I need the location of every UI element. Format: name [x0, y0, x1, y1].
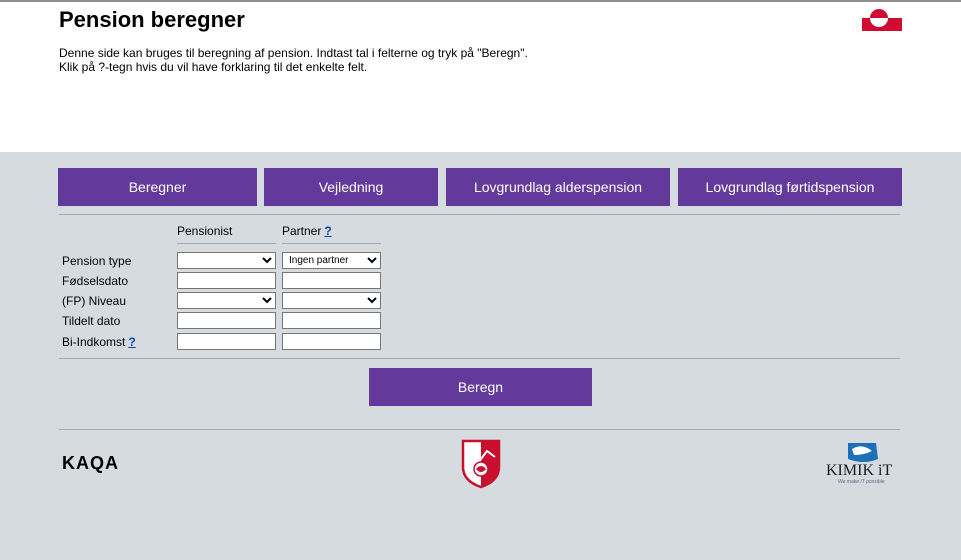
pensionist-granted-date-input[interactable]: [177, 312, 276, 329]
column-header-partner: Partner?: [282, 224, 332, 238]
divider-footer: [59, 429, 900, 430]
divider-top: [59, 214, 900, 215]
label-granted-date: Tildelt dato: [62, 314, 121, 328]
side-income-help-link[interactable]: ?: [128, 335, 135, 349]
label-pension-type: Pension type: [62, 254, 132, 268]
column-header-pensionist: Pensionist: [177, 224, 233, 238]
kimik-text: KIMIK iT: [826, 462, 893, 479]
tab-lovgrundlag-alderspension[interactable]: Lovgrundlag alderspension: [446, 168, 670, 206]
coat-of-arms-icon: [461, 439, 501, 489]
pensionist-side-income-input[interactable]: [177, 333, 276, 350]
partner-pension-type-select[interactable]: Ingen partner: [282, 252, 381, 269]
label-fp-level: (FP) Niveau: [62, 294, 127, 308]
beregn-button[interactable]: Beregn: [369, 368, 592, 406]
tab-beregner[interactable]: Beregner: [58, 168, 257, 206]
kimik-tagline: We make IT possible: [838, 479, 885, 485]
partner-fp-level-select[interactable]: [282, 292, 381, 309]
partner-birthdate-input[interactable]: [282, 272, 381, 289]
partner-granted-date-input[interactable]: [282, 312, 381, 329]
column-underline-pensionist: [177, 243, 276, 244]
intro-line-1: Denne side kan bruges til beregning af p…: [59, 46, 528, 60]
greenland-flag-icon[interactable]: [862, 5, 902, 31]
partner-help-link[interactable]: ?: [324, 224, 331, 238]
pensionist-pension-type-select[interactable]: [177, 252, 276, 269]
tab-vejledning[interactable]: Vejledning: [264, 168, 438, 206]
intro-line-2: Klik på ?-tegn hvis du vil have forklari…: [59, 60, 368, 74]
page-header: Pension beregner Denne side kan bruges t…: [0, 2, 961, 152]
kaqa-logo: KAQA: [62, 453, 119, 473]
label-side-income: Bi-Indkomst?: [62, 335, 136, 349]
tab-lovgrundlag-fortidspension[interactable]: Lovgrundlag førtidspension: [678, 168, 902, 206]
partner-label: Partner: [282, 224, 322, 238]
intro-text: Denne side kan bruges til beregning af p…: [59, 46, 528, 74]
side-income-label: Bi-Indkomst: [62, 335, 126, 349]
pensionist-birthdate-input[interactable]: [177, 272, 276, 289]
divider-form-bottom: [59, 358, 900, 359]
page-title: Pension beregner: [59, 7, 245, 32]
column-underline-partner: [282, 243, 381, 244]
pensionist-fp-level-select[interactable]: [177, 292, 276, 309]
label-birthdate: Fødselsdato: [62, 274, 129, 288]
partner-side-income-input[interactable]: [282, 333, 381, 350]
